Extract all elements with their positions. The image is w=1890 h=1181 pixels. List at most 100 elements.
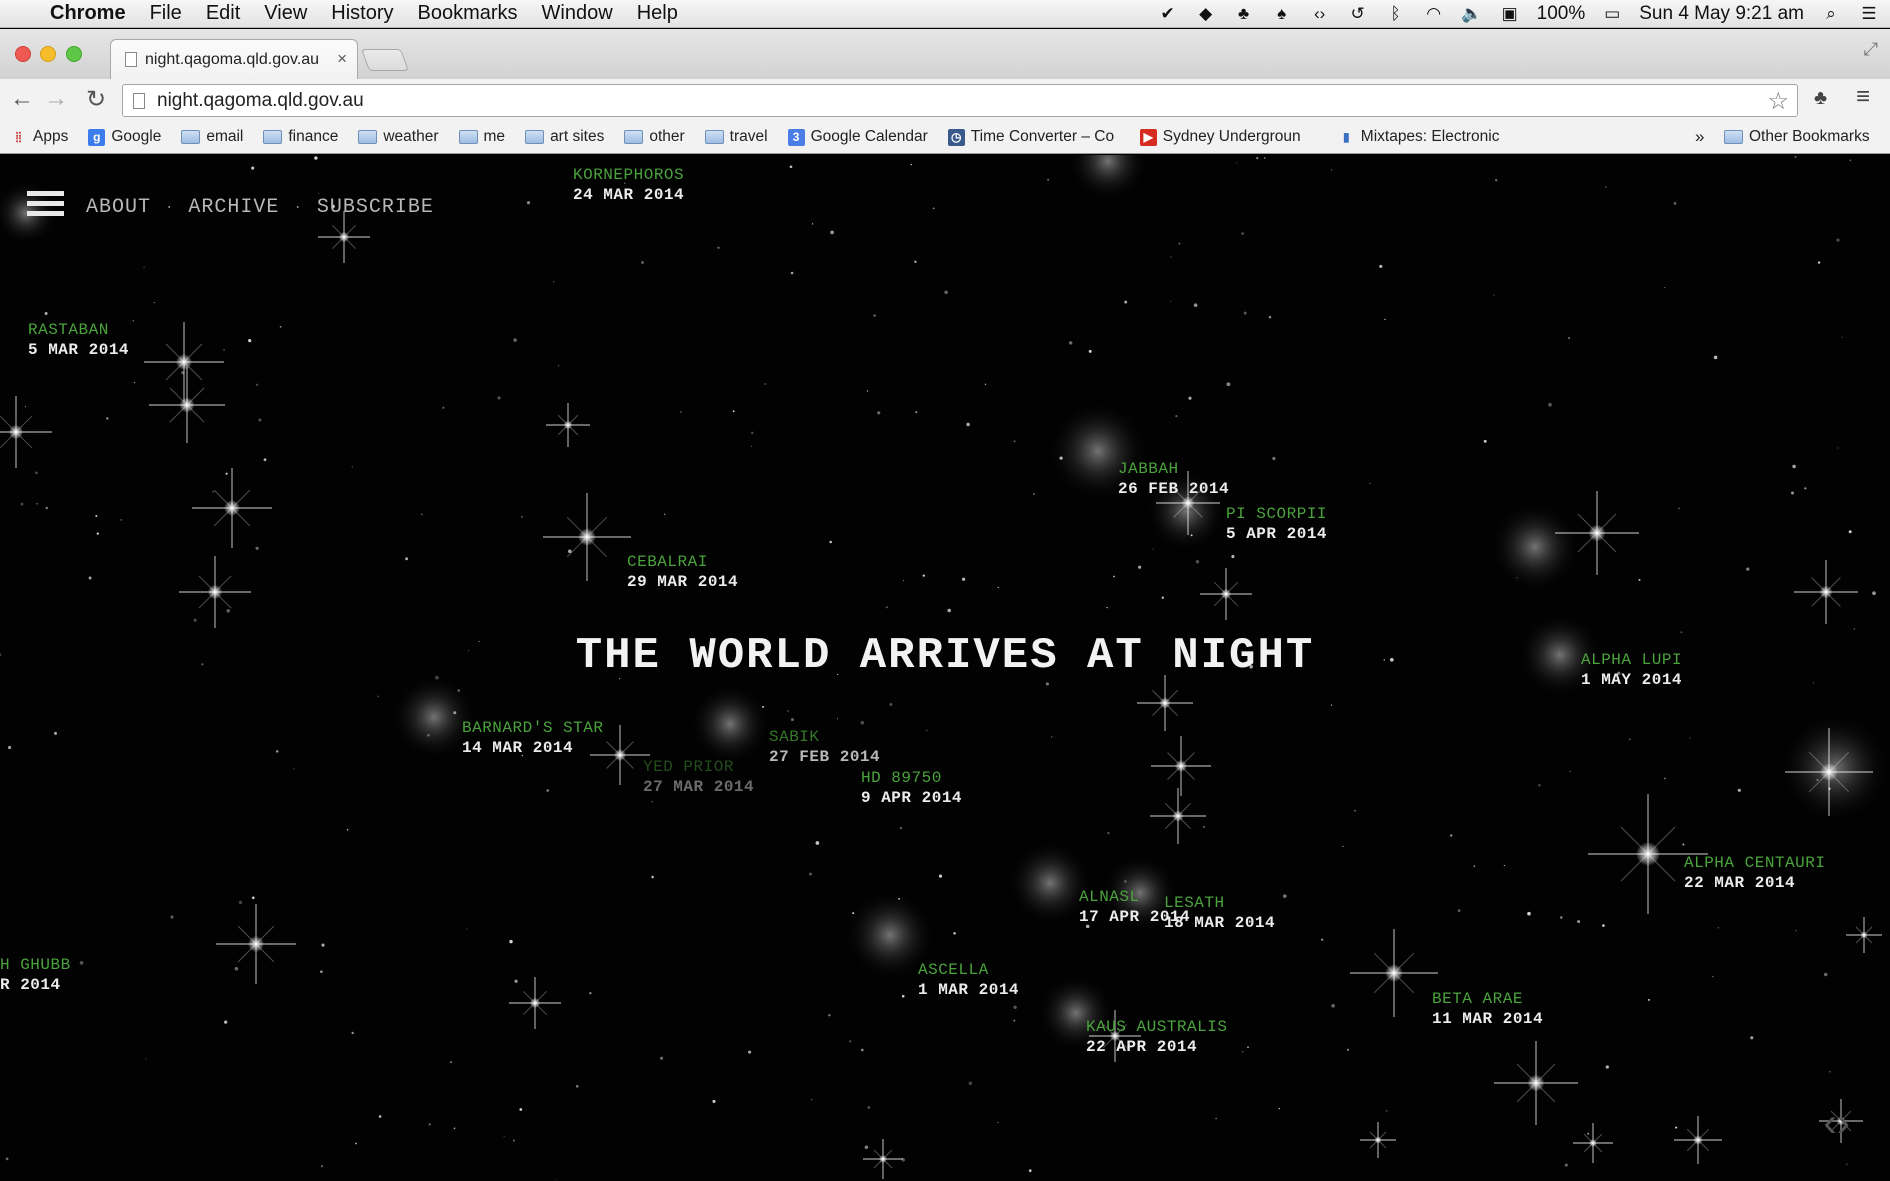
star-label-beta-arae[interactable]: BETA ARAE 11 MAR 2014 [1432, 989, 1543, 1029]
star-dot [1161, 596, 1164, 599]
back-arrow-icon[interactable]: ← [8, 85, 36, 113]
forward-arrow-icon[interactable]: → [42, 85, 70, 113]
star-label-sabik[interactable]: SABIK 27 FEB 2014 [769, 727, 880, 767]
star-label-alpha-lupi[interactable]: ALPHA LUPI 1 MAY 2014 [1581, 650, 1682, 690]
star-dot [321, 943, 325, 947]
star-dot [193, 618, 197, 622]
checkmark-app-icon[interactable]: ✔ [1157, 4, 1179, 24]
wifi-icon[interactable]: ◠ [1423, 4, 1445, 24]
time-machine-icon[interactable]: ↺ [1347, 4, 1369, 24]
menu-file[interactable]: File [150, 2, 182, 25]
bookmark-google[interactable]: g Google [88, 128, 161, 146]
minimize-window-button[interactable] [40, 46, 56, 62]
menu-history[interactable]: History [331, 2, 393, 25]
dropbox-icon[interactable]: ◆ [1195, 4, 1217, 24]
star-label-hd-89750[interactable]: HD 89750 9 APR 2014 [861, 768, 962, 808]
bluetooth-icon[interactable]: ᛒ [1385, 4, 1407, 24]
clock[interactable]: Sun 4 May 9:21 am [1639, 3, 1804, 25]
star-dot [1647, 998, 1650, 1001]
bookmark-folder-email[interactable]: email [181, 128, 243, 146]
star-date: 29 MAR 2014 [627, 573, 739, 591]
folder-icon [263, 130, 283, 144]
bookmark-folder-travel[interactable]: travel [704, 128, 768, 146]
star-dot [914, 260, 917, 263]
input-menu-icon[interactable]: ▣ [1499, 4, 1521, 24]
star-label-pi-scorpii[interactable]: PI SCORPII 5 APR 2014 [1226, 504, 1327, 544]
bookmark-folder-weather[interactable]: weather [358, 128, 439, 146]
active-tab[interactable]: night.qagoma.qld.gov.au × [110, 39, 358, 79]
star-sparkle [1200, 568, 1252, 620]
bookmark-folder-me[interactable]: me [458, 128, 505, 146]
nav-about-link[interactable]: ABOUT [86, 196, 151, 219]
nav-archive-link[interactable]: ARCHIVE [188, 196, 279, 219]
nav-subscribe-link[interactable]: SUBSCRIBE [317, 196, 434, 219]
star-date: 14 MAR 2014 [462, 739, 574, 757]
menu-app-name[interactable]: Chrome [50, 2, 126, 25]
star-label-alpha-centauri[interactable]: ALPHA CENTAURI 22 MAR 2014 [1684, 853, 1825, 893]
star-label-rastaban[interactable]: RASTABAN 5 MAR 2014 [28, 320, 129, 360]
battery-percent[interactable]: 100% [1537, 3, 1586, 25]
star-dot [1013, 440, 1016, 443]
volume-icon[interactable]: 🔈 [1461, 4, 1483, 24]
menu-view[interactable]: View [264, 2, 307, 25]
notification-center-icon[interactable]: ☰ [1858, 4, 1880, 24]
bookmark-other-bookmarks[interactable]: Other Bookmarks [1724, 128, 1870, 146]
address-bar[interactable]: night.qagoma.qld.gov.au ☆ [122, 84, 1798, 117]
evernote-helper-icon[interactable]: ♠ [1271, 4, 1293, 24]
star-label-barnards-star[interactable]: BARNARD'S STAR 14 MAR 2014 [462, 718, 603, 758]
close-tab-icon[interactable]: × [337, 49, 347, 69]
star-dot [106, 417, 109, 420]
bookmark-sydney-underground[interactable]: ▶ Sydney Undergroun [1139, 128, 1318, 146]
bookmark-star-icon[interactable]: ☆ [1767, 87, 1789, 116]
star-label-yed-prior[interactable]: YED PRIOR 27 MAR 2014 [643, 757, 754, 797]
star-dot [36, 503, 38, 505]
star-dot [453, 711, 457, 715]
code-icon[interactable]: ‹› [1309, 4, 1331, 24]
star-sparkle [1151, 736, 1211, 796]
evernote-icon[interactable]: ♣ [1233, 4, 1255, 24]
star-dot [1713, 355, 1718, 360]
star-label-cebalrai[interactable]: CEBALRAI 29 MAR 2014 [627, 552, 738, 592]
star-label-jabbah[interactable]: JABBAH 26 FEB 2014 [1118, 459, 1229, 499]
bookmark-folder-other[interactable]: other [624, 128, 685, 146]
star-sparkle [1150, 788, 1206, 844]
new-tab-button[interactable] [360, 49, 410, 71]
navigate-arrows-icon[interactable]: ‹› [1823, 1101, 1850, 1146]
menu-bookmarks[interactable]: Bookmarks [418, 2, 518, 25]
zoom-window-button[interactable] [66, 46, 82, 62]
evernote-extension-icon[interactable]: ♣ [1814, 87, 1827, 110]
star-name: LESATH [1164, 894, 1225, 912]
star-dot [1587, 1132, 1590, 1135]
star-label-kornephoros[interactable]: KORNEPHOROS 24 MAR 2014 [573, 165, 684, 205]
star-label-lesath[interactable]: LESATH 18 MAR 2014 [1164, 893, 1275, 933]
hamburger-menu-icon[interactable] [27, 191, 64, 221]
menu-edit[interactable]: Edit [206, 2, 240, 25]
bookmark-google-calendar[interactable]: 3 Google Calendar [787, 128, 928, 146]
spotlight-search-icon[interactable]: ⌕ [1820, 4, 1842, 24]
star-dot [553, 281, 555, 283]
star-dot [1047, 178, 1050, 181]
star-label-clipped-left[interactable]: H GHUBB R 2014 [0, 955, 71, 995]
fullscreen-icon[interactable]: ⤢ [1864, 39, 1878, 60]
close-window-button[interactable] [15, 46, 31, 62]
star-name: ASCELLA [918, 961, 989, 979]
bookmark-mixtapes[interactable]: ▮ Mixtapes: Electronic [1338, 128, 1510, 146]
star-dot [54, 731, 57, 735]
star-label-kaus-australis[interactable]: KAUS AUSTRALIS 22 APR 2014 [1086, 1017, 1227, 1057]
star-dot [427, 733, 430, 737]
menu-help[interactable]: Help [637, 2, 678, 25]
bookmarks-overflow-chevron[interactable]: » [1695, 127, 1704, 147]
star-name: KORNEPHOROS [573, 166, 685, 184]
star-label-ascella[interactable]: ASCELLA 1 MAR 2014 [918, 960, 1019, 1000]
bookmark-folder-finance[interactable]: finance [263, 128, 338, 146]
menu-window[interactable]: Window [542, 2, 613, 25]
url-text[interactable]: night.qagoma.qld.gov.au [157, 90, 364, 112]
star-dot [1516, 577, 1518, 579]
chrome-menu-icon[interactable]: ≡ [1856, 83, 1870, 111]
bookmark-time-converter[interactable]: ◷ Time Converter – Co [947, 128, 1120, 146]
bookmark-apps[interactable]: ⣿ Apps [10, 128, 69, 146]
bookmark-folder-art-sites[interactable]: art sites [525, 128, 604, 146]
star-dot [449, 1060, 453, 1064]
battery-icon[interactable]: ▭ [1601, 4, 1623, 24]
reload-icon[interactable]: ↻ [82, 85, 110, 114]
